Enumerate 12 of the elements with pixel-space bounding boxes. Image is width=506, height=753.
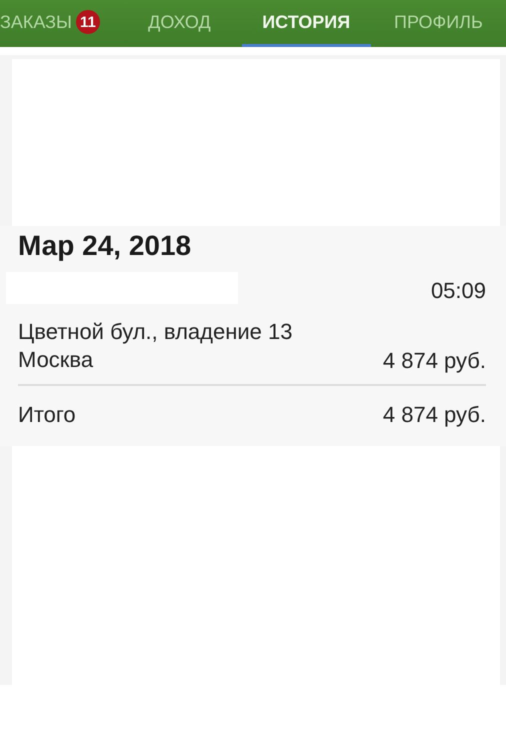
tab[interactable]: ИСТОРИЯ [242,0,371,47]
total-amount: 4 874 руб. [382,402,486,428]
count-badge: 11 [76,10,100,34]
total-label: Итого [18,402,76,428]
order-city: Москва [18,346,94,374]
order-amount: 4 874 руб. [382,348,486,374]
tab[interactable]: ПРОФИЛЬ [370,0,506,47]
order-address: Цветной бул., владение 13 [18,318,292,346]
tab[interactable]: ДОХОД [117,0,242,47]
tab[interactable]: ЗАКАЗЫ 11 [0,0,118,47]
order-time: 05:09 [430,278,486,304]
date-heading: Мар 24, 2018 [18,229,192,263]
